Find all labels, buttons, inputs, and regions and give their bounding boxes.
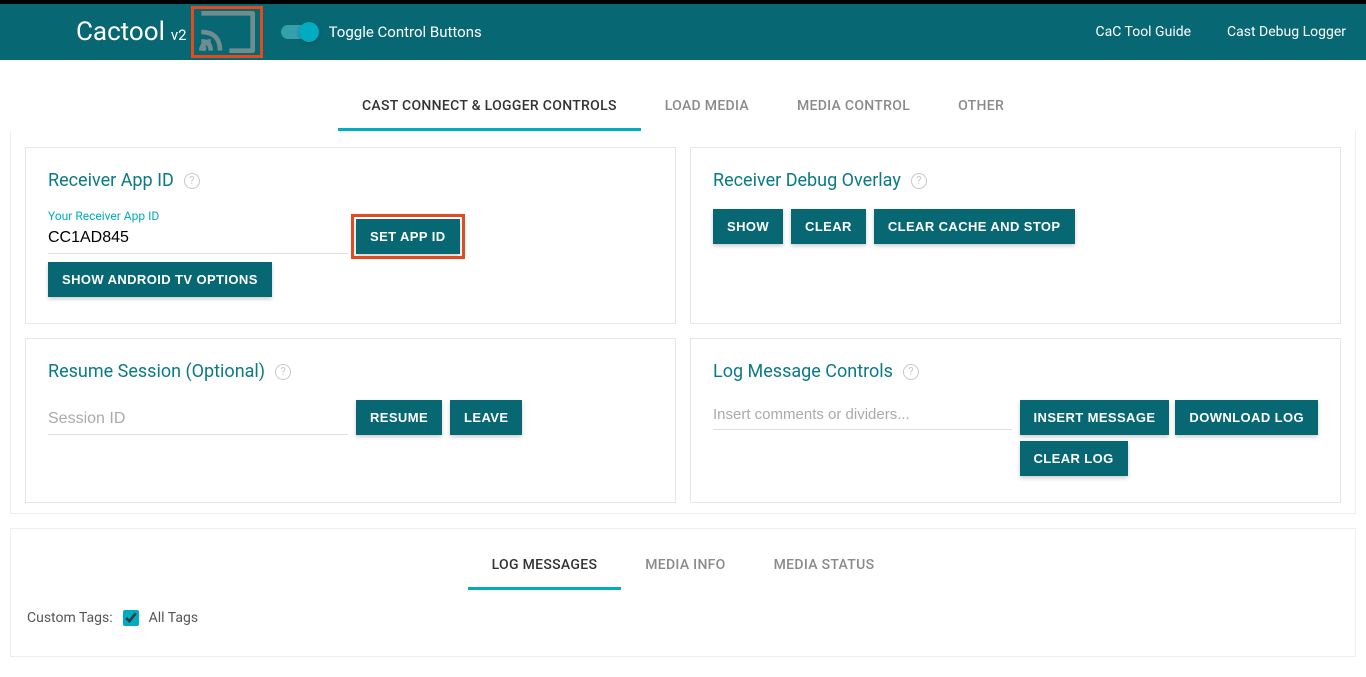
receiver-app-id-input[interactable] [48,225,348,254]
cast-icon [198,11,256,53]
overlay-show-button[interactable]: SHOW [713,209,783,244]
log-buttons-group: INSERT MESSAGE DOWNLOAD LOG CLEAR LOG [1020,400,1318,476]
session-id-input[interactable] [48,406,348,435]
brand-main: Cactool [76,17,165,47]
field-session-id [48,406,348,435]
resume-title-text: Resume Session (Optional) [48,361,265,382]
app-header: Cactool v2 Toggle Control Buttons CaC To… [0,4,1366,60]
card-title-resume: Resume Session (Optional) ? [48,361,653,382]
receiver-app-label: Your Receiver App ID [48,209,348,223]
main-tabs: CAST CONNECT & LOGGER CONTROLS LOAD MEDI… [8,84,1358,131]
link-tool-guide[interactable]: CaC Tool Guide [1096,24,1192,40]
help-icon[interactable]: ? [903,364,919,380]
brand-title: Cactool v2 [76,17,187,47]
download-log-button[interactable]: DOWNLOAD LOG [1175,400,1318,435]
all-tags-label: All Tags [149,610,198,626]
show-android-tv-options-button[interactable]: SHOW ANDROID TV OPTIONS [48,262,272,297]
custom-tags-label: Custom Tags: [27,610,113,626]
resume-button[interactable]: RESUME [356,400,442,435]
tab-other[interactable]: OTHER [934,84,1028,131]
clear-log-button[interactable]: CLEAR LOG [1020,441,1128,476]
tab-log-messages[interactable]: LOG MESSAGES [468,543,622,590]
tab-media-info[interactable]: MEDIA INFO [621,543,749,590]
help-icon[interactable]: ? [911,173,927,189]
tab-media-control[interactable]: MEDIA CONTROL [773,84,934,131]
help-icon[interactable]: ? [275,364,291,380]
set-app-id-button[interactable]: SET APP ID [356,219,460,254]
card-title-log-controls: Log Message Controls ? [713,361,1318,382]
cast-icon-highlight[interactable] [191,6,263,58]
tab-load-media[interactable]: LOAD MEDIA [641,84,773,131]
card-title-receiver-app: Receiver App ID ? [48,170,653,191]
toggle-track [281,25,315,39]
all-tags-checkbox[interactable] [123,610,139,626]
toggle-thumb [299,22,319,42]
lower-tabs: LOG MESSAGES MEDIA INFO MEDIA STATUS [11,529,1355,590]
card-resume-session: Resume Session (Optional) ? RESUME LEAVE [25,338,676,503]
help-icon[interactable]: ? [184,173,200,189]
card-log-message-controls: Log Message Controls ? INSERT MESSAGE DO… [690,338,1341,503]
log-comment-input[interactable] [713,400,1012,430]
toggle-control-buttons[interactable]: Toggle Control Buttons [281,23,482,41]
tab-cast-connect[interactable]: CAST CONNECT & LOGGER CONTROLS [338,84,641,131]
leave-button[interactable]: LEAVE [450,400,522,435]
overlay-clear-button[interactable]: CLEAR [791,209,866,244]
controls-grid: Receiver App ID ? Your Receiver App ID S… [10,131,1356,514]
receiver-app-title-text: Receiver App ID [48,170,174,191]
field-receiver-app-id: Your Receiver App ID [48,209,348,254]
lower-panel: LOG MESSAGES MEDIA INFO MEDIA STATUS Cus… [10,528,1356,657]
card-receiver-app-id: Receiver App ID ? Your Receiver App ID S… [25,147,676,324]
overlay-clear-cache-stop-button[interactable]: CLEAR CACHE AND STOP [874,209,1075,244]
link-debug-logger[interactable]: Cast Debug Logger [1227,24,1346,40]
tab-media-status[interactable]: MEDIA STATUS [750,543,899,590]
card-receiver-debug-overlay: Receiver Debug Overlay ? SHOW CLEAR CLEA… [690,147,1341,324]
debug-overlay-title-text: Receiver Debug Overlay [713,170,901,191]
brand-version: v2 [171,26,187,44]
card-title-debug-overlay: Receiver Debug Overlay ? [713,170,1318,191]
log-controls-title-text: Log Message Controls [713,361,893,382]
toggle-label: Toggle Control Buttons [329,23,482,41]
custom-tags-row: Custom Tags: All Tags [11,590,1355,626]
insert-message-button[interactable]: INSERT MESSAGE [1020,400,1170,435]
